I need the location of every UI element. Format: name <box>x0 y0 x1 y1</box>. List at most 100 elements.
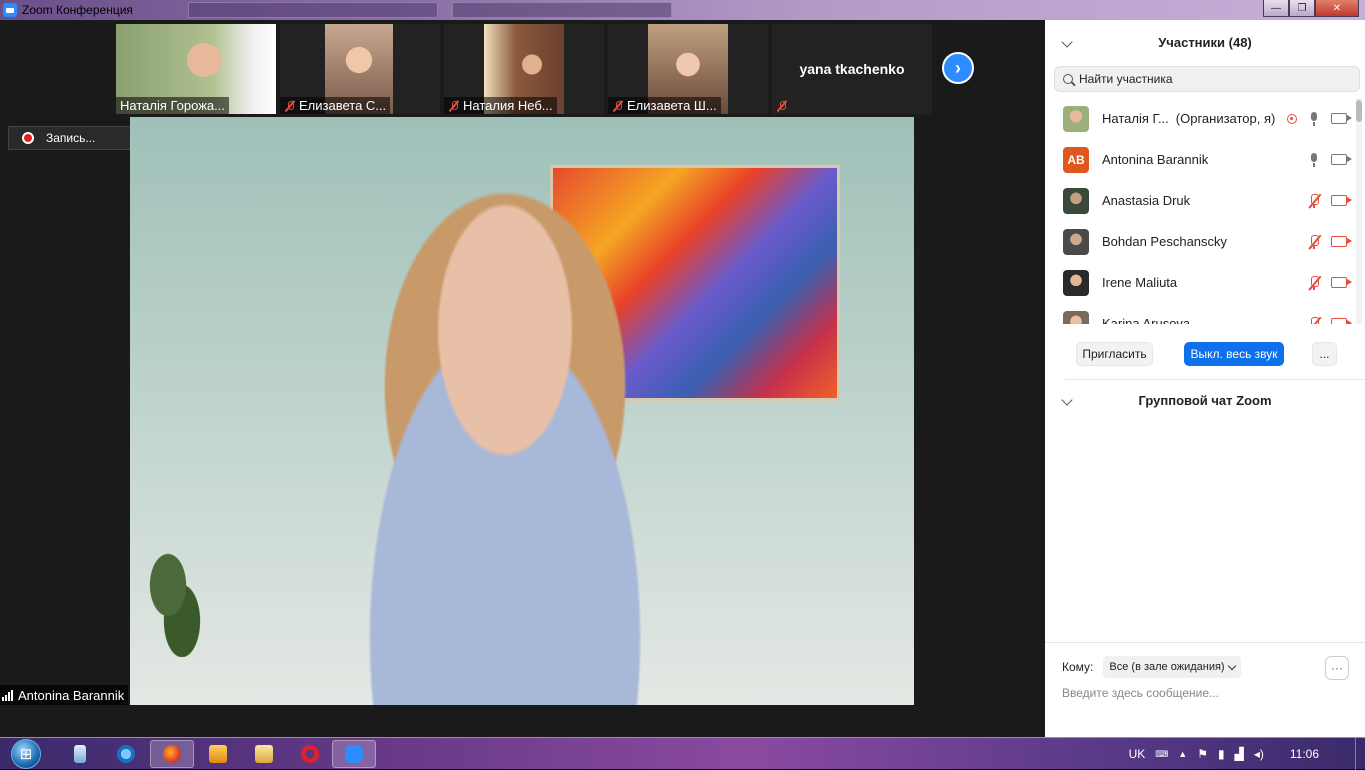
background-window-tab[interactable] <box>452 2 672 18</box>
plant <box>140 537 210 657</box>
maximize-button[interactable]: ❐ <box>1289 0 1315 17</box>
internet-explorer-icon <box>117 745 135 763</box>
mic-muted-icon <box>448 100 460 112</box>
participant-row[interactable]: Irene Maliuta <box>1045 262 1365 303</box>
microphone-icon[interactable] <box>1309 111 1319 126</box>
participants-header[interactable]: Участники (48) <box>1045 20 1365 64</box>
keyboard-icon[interactable]: ⌨ <box>1155 749 1168 760</box>
avatar <box>1063 269 1089 296</box>
camera-off-icon[interactable] <box>1331 236 1352 247</box>
participant-status-icons <box>1308 275 1352 290</box>
participant-thumbnail[interactable]: yana tkachenko <box>772 24 932 114</box>
thumbnail-label: Елизавета Ш... <box>608 97 721 114</box>
participant-row[interactable]: Karina Arusova <box>1045 303 1365 324</box>
participants-scrollbar[interactable] <box>1356 98 1362 324</box>
connection-signal-icon <box>2 689 13 701</box>
chat-recipient-row: Кому: Все (в зале ожидания) <box>1062 656 1241 678</box>
firefox-icon <box>163 745 181 763</box>
participant-row[interactable]: Anastasia Druk <box>1045 180 1365 221</box>
camera-icon[interactable] <box>1331 154 1352 165</box>
power-icon[interactable]: ▮ <box>1218 747 1225 761</box>
show-hidden-icons-icon[interactable]: ▲ <box>1178 749 1187 759</box>
camera-off-icon[interactable] <box>1331 195 1352 206</box>
thumbnail-label: Елизавета С... <box>280 97 391 114</box>
recipient-select[interactable]: Все (в зале ожидания) <box>1103 656 1241 678</box>
background-window-tab[interactable] <box>188 2 438 18</box>
panel-divider <box>1065 379 1365 380</box>
chat-header[interactable]: Групповой чат Zoom <box>1045 382 1365 418</box>
invite-button[interactable]: Пригласить <box>1076 342 1153 366</box>
windows-logo-icon <box>11 739 41 769</box>
to-label: Кому: <box>1062 660 1094 674</box>
taskbar-calculator[interactable] <box>58 740 102 768</box>
language-indicator[interactable]: UK <box>1129 747 1146 761</box>
avatar: AB <box>1063 146 1089 173</box>
participant-search[interactable]: Найти участника <box>1054 66 1360 92</box>
camera-off-icon[interactable] <box>1331 318 1352 324</box>
chat-more-button[interactable]: ··· <box>1325 656 1349 680</box>
participant-name: Antonina Barannik <box>1102 152 1209 167</box>
participant-thumbnail[interactable]: Елизавета Ш... <box>608 24 768 114</box>
taskbar-media-player[interactable] <box>196 740 240 768</box>
media-player-icon <box>209 745 227 763</box>
active-speaker-video <box>130 117 914 705</box>
minimize-button[interactable]: — <box>1263 0 1289 17</box>
recording-label: Запись... <box>46 131 96 145</box>
participant-row[interactable]: AB Antonina Barannik <box>1045 139 1365 180</box>
chat-title: Групповой чат Zoom <box>1138 392 1272 408</box>
start-button[interactable] <box>6 738 46 770</box>
participant-name: Karina Arusova <box>1102 316 1191 324</box>
taskbar-zoom[interactable] <box>332 740 376 768</box>
microphone-muted-icon[interactable] <box>1308 234 1322 249</box>
more-options-button[interactable]: ... <box>1312 342 1337 366</box>
taskbar-opera[interactable] <box>288 740 332 768</box>
participant-thumbnail[interactable]: Елизавета С... <box>280 24 440 114</box>
participant-row[interactable]: Bohdan Peschanscky <box>1045 221 1365 262</box>
taskbar-internet-explorer[interactable] <box>104 740 148 768</box>
participant-name: Irene Maliuta <box>1102 275 1178 290</box>
search-input[interactable]: Найти участника <box>1079 72 1173 86</box>
participant-row[interactable]: Наталія Г... (Организатор, я) <box>1045 98 1365 139</box>
windows-taskbar: UK ⌨ ▲ ⚑ ▮ ▟ ◂) 11:06 <box>0 737 1365 770</box>
participant-name: Anastasia Druk <box>1102 193 1191 208</box>
opera-icon <box>301 745 319 763</box>
camera-icon[interactable] <box>1331 113 1352 124</box>
microphone-muted-icon[interactable] <box>1308 275 1322 290</box>
thumbnail-label: Наталія Горожа... <box>116 97 229 114</box>
folder-icon <box>255 745 273 763</box>
clock[interactable]: 11:06 <box>1290 747 1319 761</box>
participant-name: Елизавета С... <box>299 98 387 113</box>
chevron-down-icon[interactable] <box>1061 36 1073 48</box>
taskbar-firefox[interactable] <box>150 740 194 768</box>
next-page-button[interactable]: › <box>942 52 974 84</box>
network-icon[interactable]: ▟ <box>1235 747 1244 761</box>
avatar <box>1063 187 1089 214</box>
participants-actions: Пригласить Выкл. весь звук ... <box>1045 342 1365 366</box>
close-button[interactable]: ✕ <box>1315 0 1359 17</box>
active-speaker-name-tag: Antonina Barannik <box>0 685 129 705</box>
window-title: Zoom Конференция <box>22 3 133 17</box>
participant-name: Наталія Г... <box>1102 111 1169 126</box>
search-icon <box>1063 74 1073 84</box>
show-desktop-button[interactable] <box>1355 738 1365 770</box>
zoom-icon <box>345 745 363 763</box>
video-area: Наталія Горожа... Елизавета С... Наталия… <box>0 20 1045 737</box>
action-center-flag-icon[interactable]: ⚑ <box>1197 747 1208 761</box>
volume-icon[interactable]: ◂) <box>1254 747 1264 761</box>
chat-message-input[interactable]: Введите здесь сообщение... <box>1062 686 1219 700</box>
participant-name: yana tkachenko <box>799 61 905 77</box>
participant-thumbnail[interactable]: Наталія Горожа... <box>116 24 276 114</box>
microphone-muted-icon[interactable] <box>1308 316 1322 324</box>
chat-divider <box>1045 642 1365 643</box>
taskbar-explorer[interactable] <box>242 740 286 768</box>
participant-thumbnail[interactable]: Наталия Неб... <box>444 24 604 114</box>
microphone-muted-icon[interactable] <box>1308 193 1322 208</box>
mute-all-button[interactable]: Выкл. весь звук <box>1184 342 1284 366</box>
camera-off-icon[interactable] <box>1331 277 1352 288</box>
microphone-icon[interactable] <box>1309 152 1319 167</box>
speaker-figure <box>295 162 715 705</box>
chevron-down-icon[interactable] <box>1061 394 1073 406</box>
participant-name: Bohdan Peschanscky <box>1102 234 1228 249</box>
participant-name: Елизавета Ш... <box>627 98 717 113</box>
participant-name: Наталия Неб... <box>463 98 553 113</box>
